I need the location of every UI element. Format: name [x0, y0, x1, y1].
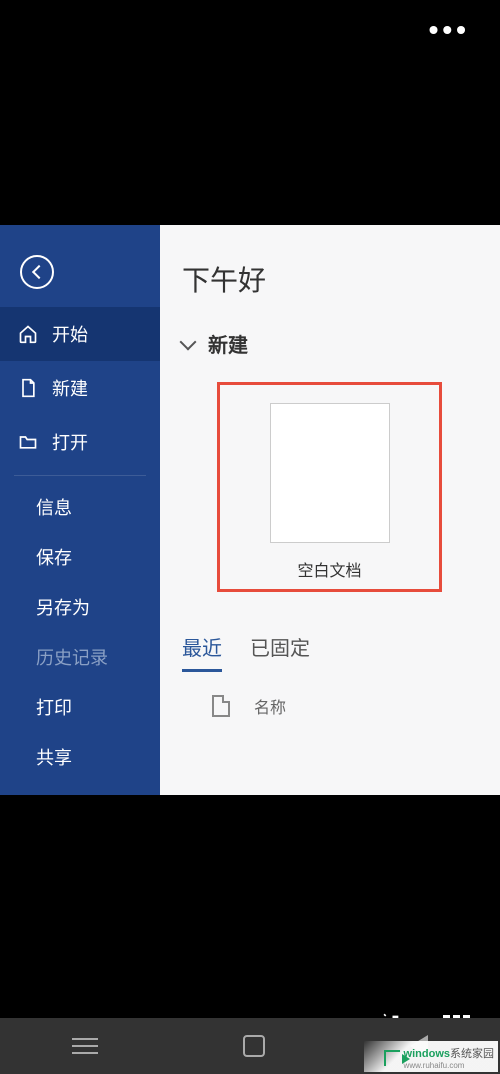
- file-list-header: 名称: [182, 694, 500, 718]
- sidebar-item-save[interactable]: 保存: [0, 532, 160, 582]
- phone-status-bar: •••: [0, 0, 500, 60]
- sidebar-item-info[interactable]: 信息: [0, 482, 160, 532]
- sidebar-item-print[interactable]: 打印: [0, 682, 160, 732]
- new-page-icon: [18, 378, 38, 398]
- watermark-logo-icon: [384, 1050, 400, 1066]
- new-section-header[interactable]: 新建: [182, 329, 500, 358]
- sidebar-open-label: 打开: [52, 429, 88, 455]
- document-icon: [212, 695, 230, 717]
- highlight-box: 空白文档: [217, 382, 442, 592]
- column-name-label: 名称: [254, 694, 286, 718]
- home-icon: [18, 324, 38, 344]
- sidebar-item-saveas[interactable]: 另存为: [0, 582, 160, 632]
- watermark-sub: 系统家园: [450, 1048, 494, 1060]
- tab-recent[interactable]: 最近: [182, 632, 222, 672]
- sidebar-item-new[interactable]: 新建: [0, 361, 160, 415]
- chevron-down-icon: [180, 333, 197, 350]
- back-button[interactable]: [20, 255, 54, 289]
- back-arrow-icon: [31, 265, 45, 279]
- blank-document-template[interactable]: [270, 403, 390, 543]
- more-dots-icon[interactable]: •••: [429, 14, 470, 46]
- sidebar-item-share[interactable]: 共享: [0, 732, 160, 782]
- sidebar: 开始 新建 打开 信息 保存 另存为 历史记录 打印 共享: [0, 225, 160, 795]
- greeting-text: 下午好: [182, 259, 500, 299]
- nav-home[interactable]: [243, 1035, 265, 1057]
- sidebar-divider: [14, 475, 146, 476]
- sidebar-new-label: 新建: [52, 375, 88, 401]
- sidebar-item-open[interactable]: 打开: [0, 415, 160, 469]
- tab-pinned[interactable]: 已固定: [250, 632, 310, 672]
- sidebar-item-start[interactable]: 开始: [0, 307, 160, 361]
- folder-open-icon: [18, 432, 38, 452]
- watermark-url: www.ruhaifu.com: [404, 1061, 494, 1070]
- nav-recent-apps[interactable]: [72, 1038, 98, 1054]
- watermark-brand: windows: [404, 1048, 450, 1060]
- sidebar-item-history[interactable]: 历史记录: [0, 632, 160, 682]
- new-section-title: 新建: [208, 329, 248, 358]
- sidebar-start-label: 开始: [52, 321, 88, 347]
- main-panel: 下午好 新建 空白文档 最近 已固定 名称: [160, 225, 500, 795]
- word-backstage: 开始 新建 打开 信息 保存 另存为 历史记录 打印 共享 下午好 新建: [0, 225, 500, 795]
- letterbox-top: [0, 60, 500, 225]
- watermark: windows系统家园 www.ruhaifu.com: [364, 1041, 498, 1072]
- blank-document-label: 空白文档: [297, 557, 361, 581]
- file-tabs: 最近 已固定: [182, 632, 500, 672]
